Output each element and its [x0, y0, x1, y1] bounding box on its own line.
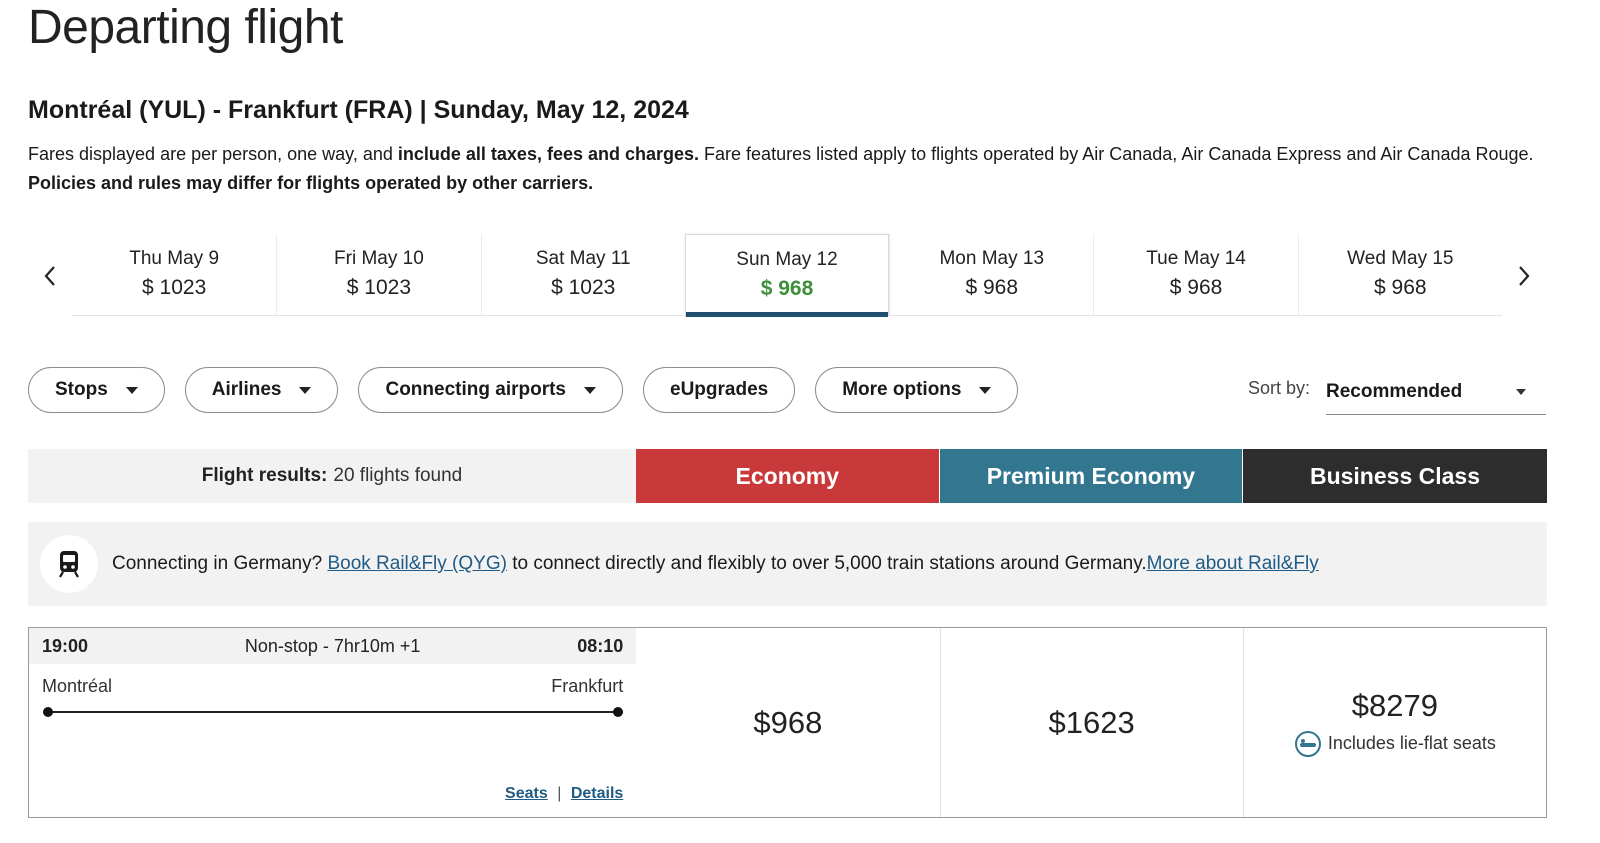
flight-result-card: 19:00 Non-stop - 7hr10m +1 08:10 Montréa… — [28, 627, 1547, 818]
destination-city: Frankfurt — [551, 676, 624, 696]
stops-filter-label: Stops — [55, 379, 108, 400]
lie-flat-note: Includes lie-flat seats — [1294, 730, 1496, 758]
more-options-button[interactable]: More options — [815, 367, 1019, 413]
caret-down-icon — [125, 386, 138, 394]
fare-note-bold-2: Policies and rules may differ for flight… — [28, 173, 594, 193]
flight-results-count: Flight results: 20 flights found — [28, 449, 636, 503]
seats-link[interactable]: Seats — [505, 785, 548, 802]
date-label: Mon May 13 — [939, 248, 1045, 269]
airlines-filter-label: Airlines — [211, 379, 282, 400]
lie-flat-note-text: Includes lie-flat seats — [1327, 733, 1496, 753]
date-tab-fri-may-10[interactable]: Fri May 10 $ 1023 — [276, 234, 480, 316]
date-price: $ 968 — [760, 276, 814, 300]
caret-down-icon — [1516, 389, 1526, 395]
details-link[interactable]: Details — [571, 785, 623, 802]
economy-fare-button[interactable]: $968 — [636, 628, 939, 817]
departure-time: 19:00 — [42, 635, 89, 656]
chevron-left-icon — [44, 266, 55, 286]
airlines-filter-button[interactable]: Airlines — [184, 367, 339, 413]
date-price: $ 968 — [1169, 276, 1223, 299]
lie-flat-seat-icon — [1294, 730, 1321, 757]
fare-note-text-2: Fare features listed apply to flights op… — [699, 144, 1534, 164]
fare-note-bold-1: include all taxes, fees and charges. — [397, 144, 700, 164]
rail-text-1: Connecting in Germany? — [112, 553, 328, 574]
rail-fly-banner: Connecting in Germany? Book Rail&Fly (QY… — [28, 522, 1547, 606]
sort-label: Sort by: — [1248, 378, 1311, 398]
results-count-value: 20 flights found — [333, 465, 463, 486]
economy-price: $968 — [753, 704, 823, 740]
date-tab-thu-may-9[interactable]: Thu May 9 $ 1023 — [72, 234, 276, 316]
flight-duration: Non-stop - 7hr10m +1 — [244, 635, 421, 656]
flight-route-line — [47, 711, 618, 713]
results-label: Flight results: — [201, 465, 328, 486]
date-tab-sun-may-12-selected[interactable]: Sun May 12 $ 968 — [684, 234, 890, 317]
route-heading: Montréal (YUL) - Frankfurt (FRA) | Sunda… — [28, 96, 689, 124]
rail-fly-message: Connecting in Germany? Book Rail&Fly (QY… — [112, 553, 1319, 575]
date-label: Sat May 11 — [535, 248, 631, 269]
sort-select[interactable]: Recommended — [1326, 370, 1546, 415]
origin-city: Montréal — [42, 676, 113, 696]
date-price: $ 1023 — [142, 276, 207, 299]
date-prev-button[interactable] — [32, 258, 68, 294]
date-price: $ 968 — [1374, 276, 1427, 299]
book-rail-fly-link[interactable]: Book Rail&Fly (QYG) — [327, 553, 506, 574]
cabin-economy-header[interactable]: Economy — [636, 449, 940, 503]
page-title: Departing flight — [28, 1, 343, 54]
date-label: Wed May 15 — [1347, 248, 1454, 269]
date-tab-mon-may-13[interactable]: Mon May 13 $ 968 — [889, 234, 1093, 316]
date-tab-sat-may-11[interactable]: Sat May 11 $ 1023 — [480, 234, 685, 316]
fare-note-text-1: Fares displayed are per person, one way,… — [28, 144, 398, 164]
caret-down-icon — [979, 386, 992, 394]
sort-value: Recommended — [1326, 381, 1463, 402]
more-about-rail-fly-link[interactable]: More about Rail&Fly — [1147, 553, 1319, 574]
train-icon-badge — [40, 535, 98, 593]
date-tab-wed-may-15[interactable]: Wed May 15 $ 968 — [1297, 234, 1502, 316]
origin-dot — [43, 707, 53, 717]
premium-economy-price: $1623 — [1048, 704, 1135, 740]
flight-links: Seats | Details — [505, 785, 623, 803]
cabin-header: Flight results: 20 flights found Economy … — [28, 449, 1547, 503]
link-separator: | — [557, 785, 562, 802]
fare-disclaimer: Fares displayed are per person, one way,… — [28, 140, 1568, 198]
date-price: $ 968 — [965, 276, 1019, 299]
date-price: $ 1023 — [346, 276, 412, 299]
train-icon — [59, 551, 79, 578]
arrival-time: 08:10 — [577, 635, 624, 656]
chevron-right-icon — [1519, 266, 1530, 286]
connecting-filter-label: Connecting airports — [385, 379, 566, 400]
cabin-premium-economy-header[interactable]: Premium Economy — [939, 449, 1244, 503]
connecting-airports-filter-button[interactable]: Connecting airports — [358, 367, 623, 413]
flight-itinerary: 19:00 Non-stop - 7hr10m +1 08:10 Montréa… — [29, 628, 637, 817]
caret-down-icon — [299, 386, 312, 394]
rail-text-2: to connect directly and flexibly to over… — [506, 553, 1147, 574]
date-label: Fri May 10 — [334, 248, 424, 269]
date-tab-tue-may-14[interactable]: Tue May 14 $ 968 — [1093, 234, 1297, 316]
flight-times-bar: 19:00 Non-stop - 7hr10m +1 08:10 — [29, 628, 637, 664]
date-next-button[interactable] — [1506, 258, 1542, 294]
date-label: Sun May 12 — [736, 248, 838, 270]
eupgrades-filter-button[interactable]: eUpgrades — [643, 367, 796, 413]
date-label: Thu May 9 — [129, 248, 220, 269]
flight-cities: Montréal Frankfurt — [29, 664, 636, 697]
business-fare-button[interactable]: $8279 Includes lie-flat seats — [1242, 628, 1546, 817]
premium-economy-fare-button[interactable]: $1623 — [939, 628, 1243, 817]
more-options-label: More options — [842, 379, 962, 400]
filter-bar: Stops Airlines Connecting airports eUpgr… — [28, 367, 1019, 413]
business-price: $8279 — [1351, 687, 1438, 723]
date-label: Tue May 14 — [1146, 248, 1246, 269]
date-price: $ 1023 — [551, 276, 616, 299]
eupgrades-filter-label: eUpgrades — [670, 379, 769, 400]
date-carousel: Thu May 9 $ 1023 Fri May 10 $ 1023 Sat May… — [72, 234, 1502, 317]
destination-dot — [613, 707, 623, 717]
caret-down-icon — [584, 386, 596, 394]
cabin-business-class-header[interactable]: Business Class — [1243, 449, 1547, 503]
stops-filter-button[interactable]: Stops — [28, 367, 165, 413]
